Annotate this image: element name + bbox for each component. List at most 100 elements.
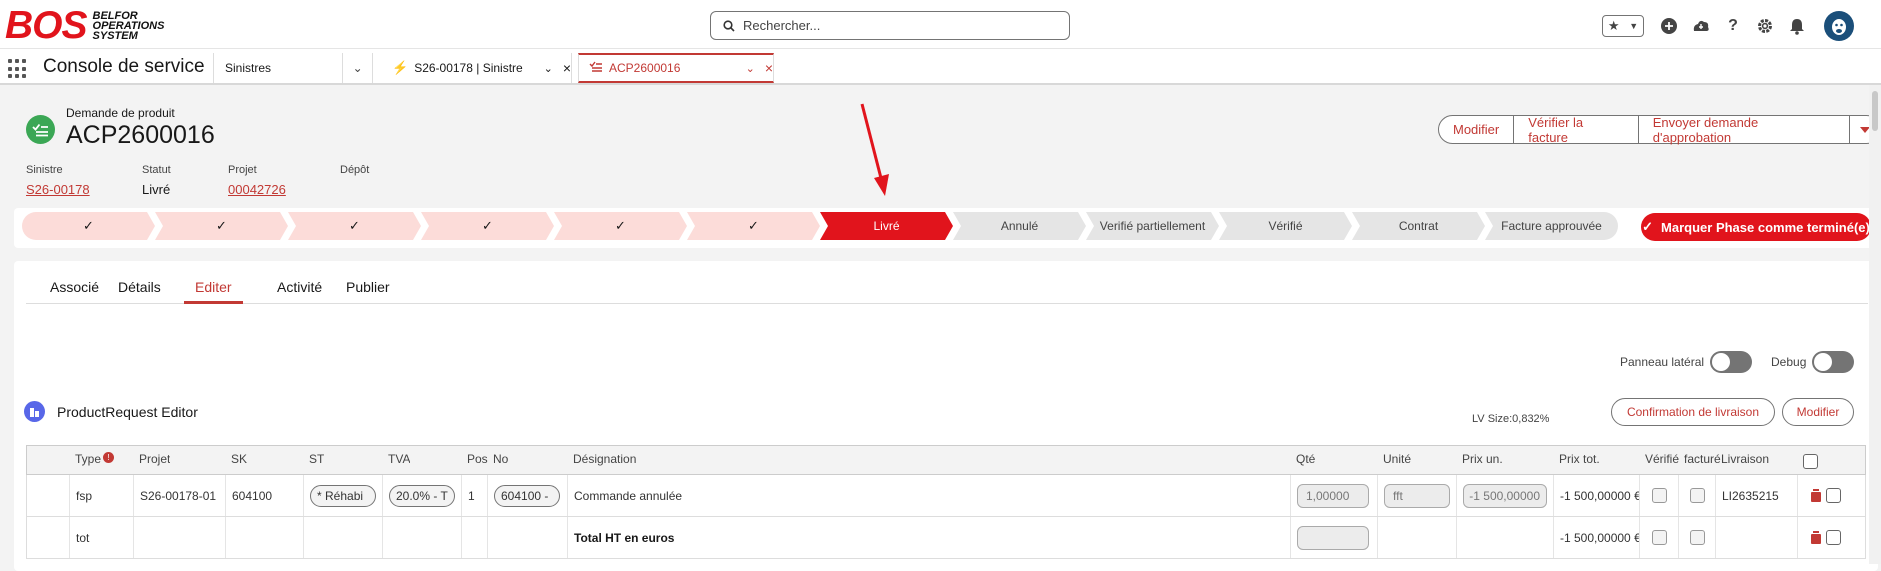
- col-st[interactable]: ST: [303, 446, 324, 474]
- search-input[interactable]: [741, 17, 1061, 34]
- col-type[interactable]: Type!: [69, 446, 115, 474]
- path-stage[interactable]: ✓: [288, 212, 421, 240]
- col-prix-tot[interactable]: Prix tot.: [1553, 446, 1600, 474]
- col-prix-un[interactable]: Prix un.: [1456, 446, 1503, 474]
- col-sk[interactable]: SK: [225, 446, 247, 474]
- facture-checkbox[interactable]: [1689, 530, 1705, 545]
- verifie-checkbox[interactable]: [1651, 530, 1667, 545]
- sinistre-link[interactable]: S26-00178: [26, 182, 136, 197]
- cell-sk: 604100: [225, 475, 303, 516]
- col-tva[interactable]: TVA: [382, 446, 410, 474]
- projet-link[interactable]: 00042726: [228, 182, 338, 197]
- path-stage[interactable]: ✓: [554, 212, 687, 240]
- col-verifie[interactable]: Vérifié: [1639, 446, 1679, 474]
- favorites-group[interactable]: ★ ▼: [1602, 15, 1644, 37]
- cell-livraison: LI2635215: [1715, 475, 1797, 516]
- prix-un-input[interactable]: -1 500,00000: [1463, 483, 1547, 508]
- info-icon[interactable]: !: [103, 452, 115, 463]
- tab-details[interactable]: Détails: [118, 279, 161, 304]
- delete-icon[interactable]: [1810, 489, 1822, 502]
- bos-logo[interactable]: BOS BELFOR OPERATIONS SYSTEM: [5, 6, 164, 45]
- app-launcher-icon[interactable]: [8, 59, 28, 79]
- path-stage[interactable]: ✓: [22, 212, 155, 240]
- caret-down-icon[interactable]: ▼: [1629, 21, 1638, 31]
- check-icon: ✓: [615, 218, 626, 233]
- editor-modify-button[interactable]: Modifier: [1782, 398, 1854, 426]
- verify-invoice-button[interactable]: Vérifier la facture: [1514, 115, 1639, 145]
- no-picklist[interactable]: 604100 -: [494, 484, 560, 507]
- delivery-confirmation-button[interactable]: Confirmation de livraison: [1611, 398, 1775, 426]
- help-icon[interactable]: ?: [1722, 15, 1744, 37]
- add-icon[interactable]: [1658, 15, 1680, 37]
- cell-verifie: [1639, 475, 1678, 516]
- tab-editer[interactable]: Editer: [184, 279, 243, 304]
- side-panel-toggle[interactable]: [1710, 351, 1753, 373]
- modify-button[interactable]: Modifier: [1438, 115, 1515, 144]
- page-scrollbar[interactable]: [1869, 85, 1881, 564]
- row-select-checkbox[interactable]: [1826, 530, 1841, 545]
- path-stage[interactable]: Verifié partiellement: [1086, 212, 1219, 240]
- col-qte[interactable]: Qté: [1290, 446, 1315, 474]
- tva-picklist[interactable]: 20.0% - T: [389, 484, 455, 507]
- col-unite[interactable]: Unité: [1377, 446, 1411, 474]
- close-icon[interactable]: ×: [563, 60, 571, 76]
- tab-label[interactable]: ACP2600016: [609, 61, 740, 75]
- select-all-checkbox[interactable]: [1797, 446, 1818, 474]
- app-name: Console de service: [43, 56, 205, 77]
- verifie-checkbox[interactable]: [1651, 488, 1667, 503]
- nav-object-label[interactable]: Sinistres: [214, 61, 342, 75]
- qte-input[interactable]: 1,00000: [1297, 483, 1369, 508]
- path-stage[interactable]: Livré: [820, 212, 953, 240]
- facture-checkbox[interactable]: [1689, 488, 1705, 503]
- workspace-tab-sinistre[interactable]: ⚡ S26-00178 | Sinistre ⌄ ×: [382, 53, 572, 83]
- send-approval-button[interactable]: Envoyer demande d'approbation: [1638, 115, 1850, 145]
- cell-sk: [225, 517, 303, 558]
- star-icon[interactable]: ★: [1608, 18, 1620, 34]
- path-stage[interactable]: Vérifié: [1219, 212, 1352, 240]
- delete-icon[interactable]: [1810, 531, 1822, 544]
- st-picklist[interactable]: * Réhabi: [310, 484, 376, 507]
- path-stage[interactable]: Facture approuvée: [1485, 212, 1618, 240]
- cell-verifie: [1639, 517, 1678, 558]
- field-sinistre: Sinistre S26-00178: [26, 164, 136, 197]
- path-stage-label: Facture approuvée: [1501, 219, 1602, 233]
- chevron-down-icon[interactable]: ⌄: [746, 62, 755, 75]
- qte-total-input[interactable]: [1297, 525, 1369, 550]
- tab-label[interactable]: S26-00178 | Sinistre: [414, 61, 537, 75]
- path-stage[interactable]: ✓: [155, 212, 288, 240]
- trailhead-icon[interactable]: [1690, 15, 1712, 37]
- cell-unite: [1377, 517, 1456, 558]
- path-stage[interactable]: Contrat: [1352, 212, 1485, 240]
- path-stage[interactable]: ✓: [421, 212, 554, 240]
- col-projet[interactable]: Projet: [133, 446, 170, 474]
- field-depot: Dépôt: [340, 164, 450, 182]
- path-stage[interactable]: Annulé: [953, 212, 1086, 240]
- cell-facture: [1678, 475, 1715, 516]
- product-request-table: Type! Projet SK ST TVA Pos No Désignatio…: [26, 445, 1866, 559]
- unite-input[interactable]: fft: [1384, 483, 1450, 508]
- bell-icon[interactable]: [1786, 15, 1808, 37]
- header-icons: ★ ▼ ?: [1602, 11, 1854, 41]
- chevron-down-icon[interactable]: ⌄: [544, 62, 553, 75]
- mark-phase-label: Marquer Phase comme terminé(e): [1661, 219, 1870, 235]
- workspace-tab-product-request[interactable]: ACP2600016 ⌄ ×: [578, 53, 774, 83]
- gear-icon[interactable]: [1754, 15, 1776, 37]
- nav-object-selector[interactable]: Sinistres ⌄: [213, 53, 373, 83]
- chevron-down-icon[interactable]: ⌄: [342, 53, 372, 83]
- col-no[interactable]: No: [487, 446, 508, 474]
- tab-publier[interactable]: Publier: [346, 279, 390, 304]
- col-pos[interactable]: Pos: [461, 446, 488, 474]
- path-stage[interactable]: ✓: [687, 212, 820, 240]
- user-avatar[interactable]: [1824, 11, 1854, 41]
- tab-activite[interactable]: Activité: [277, 279, 322, 304]
- cell-projet: [133, 517, 225, 558]
- mark-phase-complete-button[interactable]: ✓ Marquer Phase comme terminé(e): [1641, 213, 1871, 241]
- col-designation[interactable]: Désignation: [567, 446, 636, 474]
- debug-toggle[interactable]: [1812, 351, 1855, 373]
- global-search[interactable]: [710, 11, 1070, 40]
- tab-associe[interactable]: Associé: [50, 279, 99, 304]
- row-select-checkbox[interactable]: [1826, 488, 1841, 503]
- col-livraison[interactable]: Livraison: [1715, 446, 1769, 474]
- close-icon[interactable]: ×: [765, 60, 773, 76]
- lv-size-readout: LV Size:0,832%: [1472, 413, 1550, 425]
